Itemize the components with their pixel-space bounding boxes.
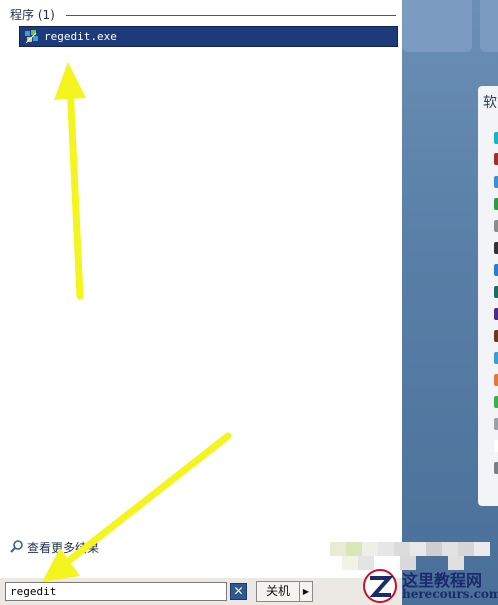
software-side-panel: 软 — [478, 86, 498, 506]
app-icon[interactable] — [494, 242, 498, 254]
app-icon[interactable] — [494, 330, 498, 342]
result-item-label: regedit.exe — [44, 30, 117, 43]
programs-section-title: 程序 (1) — [10, 8, 55, 22]
chevron-right-icon: ▶ — [302, 587, 310, 596]
regedit-icon — [24, 29, 40, 45]
app-icon[interactable] — [494, 418, 498, 430]
start-menu-panel: 程序 (1) regedit.exe 查看更多结果 — [0, 0, 402, 605]
shutdown-options-button[interactable]: ▶ — [300, 581, 313, 602]
app-icon[interactable] — [494, 352, 498, 364]
app-icon[interactable] — [494, 440, 498, 452]
side-panel-title: 软 — [483, 95, 497, 111]
close-icon: ✕ — [233, 584, 244, 598]
watermark: 这里教程网 herecours.com — [362, 565, 498, 605]
app-icon[interactable] — [494, 396, 498, 408]
desktop-widget — [402, 0, 472, 52]
clear-search-button[interactable]: ✕ — [230, 583, 247, 600]
app-icon[interactable] — [494, 132, 498, 144]
app-icon[interactable] — [494, 198, 498, 210]
desktop-widget — [480, 0, 498, 52]
shutdown-button[interactable]: 关机 — [256, 581, 300, 602]
app-icon[interactable] — [494, 176, 498, 188]
app-icon[interactable] — [494, 264, 498, 276]
see-more-results-link[interactable]: 查看更多结果 — [10, 539, 99, 556]
app-icon[interactable] — [494, 462, 498, 474]
watermark-logo-icon — [363, 569, 397, 603]
app-icon[interactable] — [494, 220, 498, 232]
app-icon[interactable] — [494, 153, 498, 165]
search-input[interactable] — [5, 582, 227, 601]
see-more-label: 查看更多结果 — [27, 541, 100, 555]
result-item-regedit[interactable]: regedit.exe — [19, 26, 398, 47]
app-icon[interactable] — [494, 308, 498, 320]
app-icon[interactable] — [494, 286, 498, 298]
watermark-url: herecours.com — [402, 587, 498, 601]
app-icon[interactable] — [494, 374, 498, 386]
search-icon — [10, 539, 24, 556]
section-divider — [66, 15, 396, 16]
